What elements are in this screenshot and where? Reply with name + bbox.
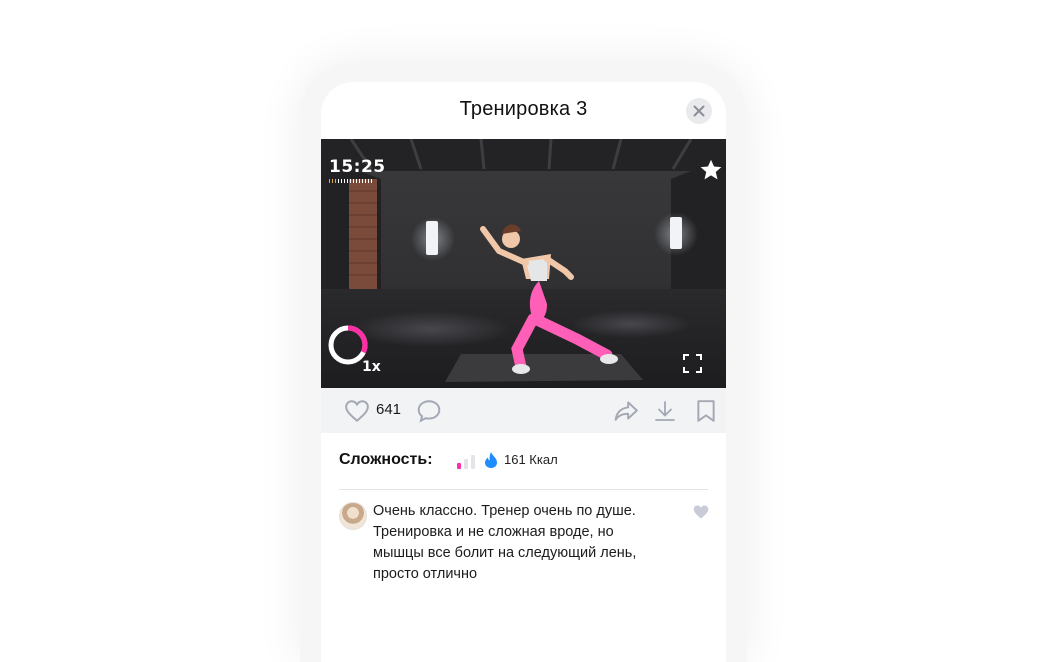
heart-icon[interactable] <box>344 399 370 423</box>
comment-heart-icon[interactable] <box>692 504 710 520</box>
share-icon[interactable] <box>613 399 639 423</box>
action-bar: 641 <box>321 388 726 433</box>
fullscreen-icon[interactable] <box>683 354 702 373</box>
flame-icon <box>485 452 497 468</box>
close-button[interactable] <box>686 98 712 124</box>
calories-value: 161 Ккал <box>504 452 558 467</box>
difficulty-bar <box>471 455 475 469</box>
video-player[interactable]: 15:25 1x <box>321 139 726 388</box>
difficulty-bar <box>457 463 461 469</box>
timer-progress-elapsed <box>329 179 337 183</box>
like-count: 641 <box>376 401 402 418</box>
phone-frame: Тренировка 3 15:25 1x 641 Сложность: 161… <box>300 62 747 662</box>
difficulty-indicator <box>457 455 475 469</box>
difficulty-label: Сложность: <box>339 451 433 468</box>
playback-speed-label[interactable]: 1x <box>362 359 381 375</box>
divider <box>339 489 708 490</box>
difficulty-bar <box>464 459 468 469</box>
download-icon[interactable] <box>653 399 677 423</box>
close-icon <box>693 105 705 117</box>
avatar[interactable] <box>339 502 367 530</box>
comment-icon[interactable] <box>416 399 442 423</box>
bookmark-icon[interactable] <box>696 399 716 423</box>
workout-screen: Тренировка 3 15:25 1x 641 Сложность: 161… <box>321 82 726 662</box>
page-title: Тренировка 3 <box>459 98 588 120</box>
star-icon[interactable] <box>698 157 724 183</box>
comment-text: Очень классно. Тренер очень по душе. Тре… <box>373 503 637 582</box>
workout-timer: 15:25 <box>329 157 386 177</box>
